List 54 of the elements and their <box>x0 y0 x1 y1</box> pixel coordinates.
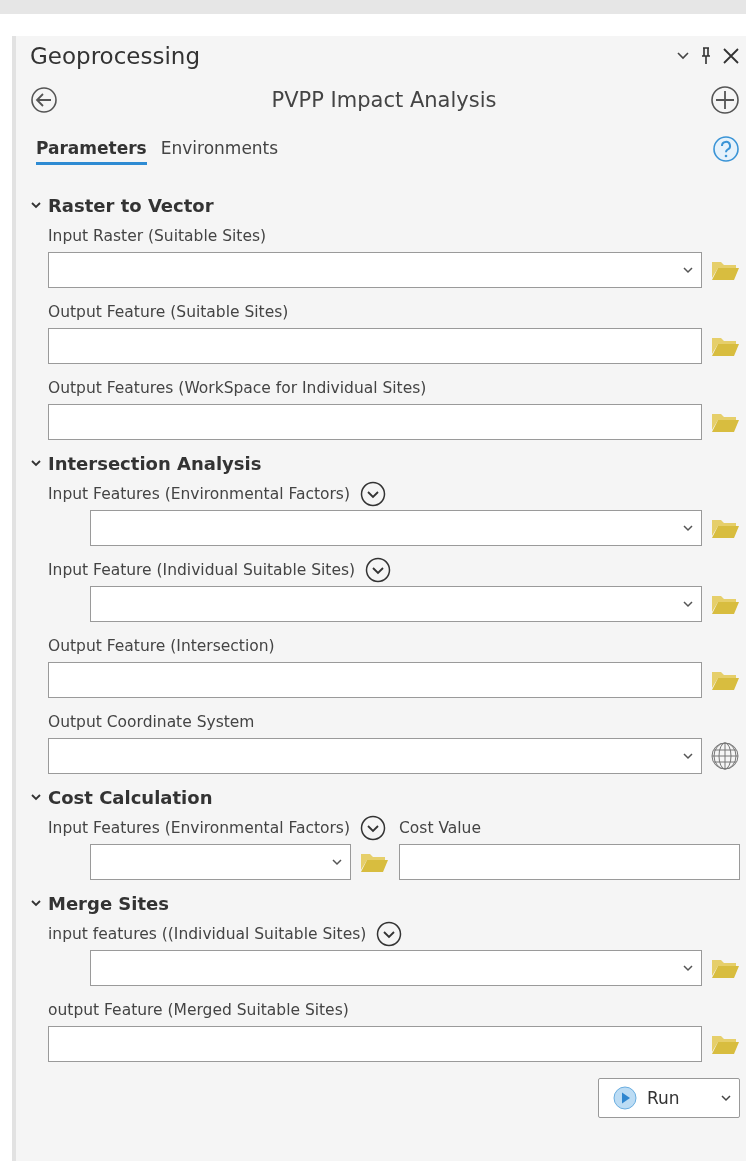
caret-icon[interactable] <box>30 792 42 802</box>
parameter-label: Output Features (WorkSpace for Individual Sites) <box>48 379 427 397</box>
section-title[interactable]: Cost Calculation <box>48 786 213 808</box>
parameter-label: output Feature (Merged Suitable Sites) <box>48 1001 349 1019</box>
dropdown-field[interactable] <box>90 586 702 622</box>
input-field[interactable] <box>48 328 702 364</box>
dropdown-field[interactable] <box>90 510 702 546</box>
parameter-label: Output Coordinate System <box>48 713 255 731</box>
pane-title: Geoprocessing <box>30 43 200 69</box>
chevron-down-icon <box>683 752 693 760</box>
caret-icon[interactable] <box>30 200 42 210</box>
back-icon[interactable] <box>30 86 58 114</box>
run-button[interactable]: Run <box>598 1078 740 1118</box>
parameter-label: Cost Value <box>399 819 481 837</box>
dropdown-field[interactable] <box>48 252 702 288</box>
parameter-label: Input Features (Environmental Factors) <box>48 485 350 503</box>
chevron-down-icon <box>683 266 693 274</box>
input-field[interactable] <box>48 662 702 698</box>
expand-circle-icon[interactable] <box>376 921 403 947</box>
tab[interactable]: Environments <box>160 133 279 165</box>
parameter-label: input features ((Individual Suitable Sites) <box>48 925 367 943</box>
pin-icon[interactable] <box>700 47 712 65</box>
chevron-down-icon <box>721 1094 731 1102</box>
parameter-label: Output Feature (Intersection) <box>48 637 275 655</box>
tool-title: PVPP Impact Analysis <box>271 88 497 112</box>
expand-circle-icon[interactable] <box>359 815 386 841</box>
parameter-label: Output Feature (Suitable Sites) <box>48 303 289 321</box>
help-icon[interactable] <box>712 135 740 163</box>
parameter-label: Input Raster (Suitable Sites) <box>48 227 267 245</box>
chevron-down-icon <box>683 524 693 532</box>
caret-icon[interactable] <box>30 898 42 908</box>
chevron-down-icon <box>683 964 693 972</box>
add-icon[interactable] <box>710 85 740 115</box>
dropdown-field[interactable] <box>90 844 351 880</box>
globe-icon[interactable] <box>710 741 740 771</box>
section-title[interactable]: Intersection Analysis <box>48 452 262 474</box>
dropdown-field[interactable] <box>48 738 702 774</box>
input-field[interactable] <box>48 404 702 440</box>
expand-circle-icon[interactable] <box>365 557 392 583</box>
section-title[interactable]: Merge Sites <box>48 892 170 914</box>
dropdown-field[interactable] <box>90 950 702 986</box>
chevron-down-icon <box>683 600 693 608</box>
tab[interactable]: Parameters <box>36 133 147 165</box>
caret-icon[interactable] <box>30 458 42 468</box>
parameter-label: Input Feature (Individual Suitable Sites) <box>48 561 356 579</box>
section-title[interactable]: Raster to Vector <box>48 194 214 216</box>
close-icon[interactable] <box>722 47 740 65</box>
parameter-label: Input Features (Environmental Factors) <box>48 819 350 837</box>
chevron-down-icon <box>332 858 342 866</box>
chevron-down-icon[interactable] <box>676 51 690 61</box>
play-icon <box>613 1086 637 1110</box>
input-field[interactable] <box>48 1026 702 1062</box>
expand-circle-icon[interactable] <box>359 481 386 507</box>
input-field[interactable] <box>399 844 740 880</box>
